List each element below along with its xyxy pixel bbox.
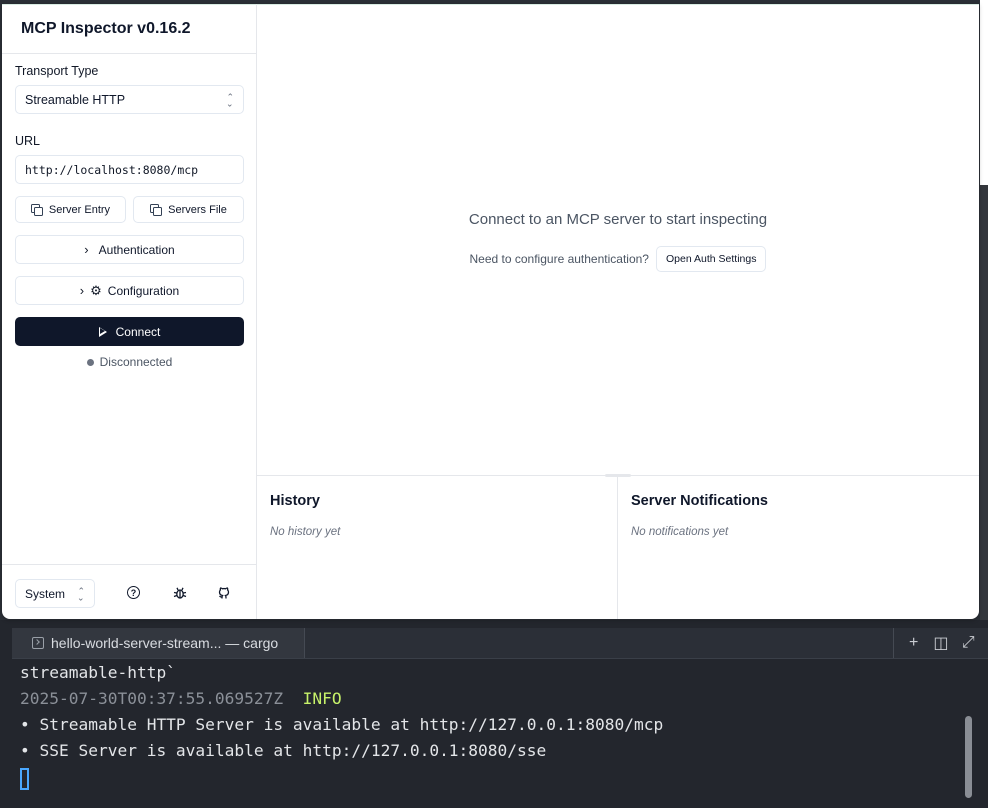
- mcp-inspector-window: MCP Inspector v0.16.2 Transport Type Str…: [2, 4, 979, 619]
- background-window-edge: [980, 0, 988, 185]
- history-title: History: [270, 493, 320, 509]
- theme-select[interactable]: System ⌃ ⌃: [15, 579, 95, 608]
- chevron-up-down-icon: ⌃ ⌃: [77, 585, 85, 602]
- help-icon[interactable]: ?: [127, 586, 140, 599]
- server-notifications-title: Server Notifications: [631, 493, 768, 509]
- connection-form: Transport Type Streamable HTTP ⌃ ⌃ URL ht…: [15, 64, 244, 369]
- status-text: Disconnected: [99, 355, 173, 369]
- split-icon[interactable]: ◫: [932, 633, 950, 653]
- terminal-tab-title: hello-world-server-stream... — cargo: [51, 635, 279, 651]
- url-label: URL: [15, 134, 41, 148]
- sidebar: MCP Inspector v0.16.2 Transport Type Str…: [2, 4, 257, 619]
- status-dot: [86, 358, 94, 366]
- terminal-line: streamable-http`: [20, 663, 176, 682]
- terminal-line: • SSE Server is available at http://127.…: [20, 741, 547, 760]
- github-icon[interactable]: [216, 585, 232, 601]
- terminal-cursor: [20, 767, 29, 790]
- history-empty-text: No history yet: [270, 526, 341, 538]
- terminal-window: hello-world-server-stream... — cargo + ◫…: [0, 620, 988, 808]
- play-icon: [98, 326, 107, 337]
- bug-icon[interactable]: [172, 585, 188, 601]
- connect-label: Connect: [115, 324, 161, 339]
- terminal-actions: + ◫ ⤢: [893, 628, 988, 658]
- config-buttons-row: Server Entry Servers File: [15, 196, 244, 223]
- app-title: MCP Inspector v0.16.2: [2, 4, 256, 54]
- configuration-label: Configuration: [107, 283, 180, 298]
- servers-file-label: Servers File: [168, 203, 227, 216]
- authentication-label: Authentication: [98, 242, 175, 257]
- gear-icon: ⚙: [90, 282, 102, 298]
- terminal-line: • Streamable HTTP Server is available at…: [20, 715, 664, 734]
- open-auth-settings-button[interactable]: Open Auth Settings: [655, 246, 767, 272]
- transport-type-select[interactable]: Streamable HTTP ⌃ ⌃: [15, 85, 244, 114]
- expand-icon[interactable]: ⤢: [959, 634, 977, 652]
- server-notifications-panel: Server Notifications No notifications ye…: [618, 476, 979, 619]
- transport-type-value: Streamable HTTP: [25, 92, 126, 107]
- copy-icon: [30, 204, 43, 216]
- notifications-empty-text: No notifications yet: [631, 526, 729, 538]
- server-entry-label: Server Entry: [48, 203, 111, 216]
- background-window-edge-dark: [980, 185, 988, 620]
- terminal-icon: [32, 637, 44, 649]
- terminal-output[interactable]: streamable-http` 2025-07-30T00:37:55.0695…: [20, 660, 958, 790]
- url-input[interactable]: http://localhost:8080/mcp: [15, 155, 244, 184]
- terminal-scrollbar[interactable]: [965, 716, 972, 798]
- chevron-up-down-icon: ⌃ ⌃: [226, 91, 234, 108]
- terminal-line: [20, 764, 958, 790]
- plus-icon[interactable]: +: [905, 634, 923, 652]
- log-level: INFO: [302, 689, 342, 708]
- theme-value: System: [25, 586, 66, 601]
- terminal-line: 2025-07-30T00:37:55.069527Z INFO: [20, 686, 958, 712]
- servers-file-button[interactable]: Servers File: [133, 196, 244, 223]
- main-panel: Connect to an MCP server to start inspec…: [257, 4, 979, 619]
- log-timestamp: 2025-07-30T00:37:55.069527Z: [20, 689, 284, 708]
- chevron-right-icon: ›: [84, 242, 89, 257]
- authentication-toggle[interactable]: › Authentication: [15, 235, 244, 264]
- auth-prompt-text: Need to configure authentication?: [469, 252, 649, 266]
- history-panel: History No history yet: [257, 476, 618, 619]
- terminal-tab[interactable]: hello-world-server-stream... — cargo: [12, 628, 305, 658]
- auth-prompt-row: Need to configure authentication? Open A…: [257, 246, 979, 272]
- sidebar-footer: System ⌃ ⌃ ?: [2, 564, 256, 619]
- empty-state-title: Connect to an MCP server to start inspec…: [468, 211, 768, 228]
- chevron-right-icon: ›: [79, 283, 85, 298]
- configuration-toggle[interactable]: › ⚙ Configuration: [15, 276, 244, 305]
- connection-status: Disconnected: [15, 355, 244, 369]
- server-entry-button[interactable]: Server Entry: [15, 196, 126, 223]
- copy-icon: [150, 204, 163, 216]
- connect-button[interactable]: Connect: [15, 317, 244, 346]
- terminal-tab-bar: hello-world-server-stream... — cargo + ◫…: [12, 628, 988, 659]
- transport-type-label: Transport Type: [15, 64, 99, 78]
